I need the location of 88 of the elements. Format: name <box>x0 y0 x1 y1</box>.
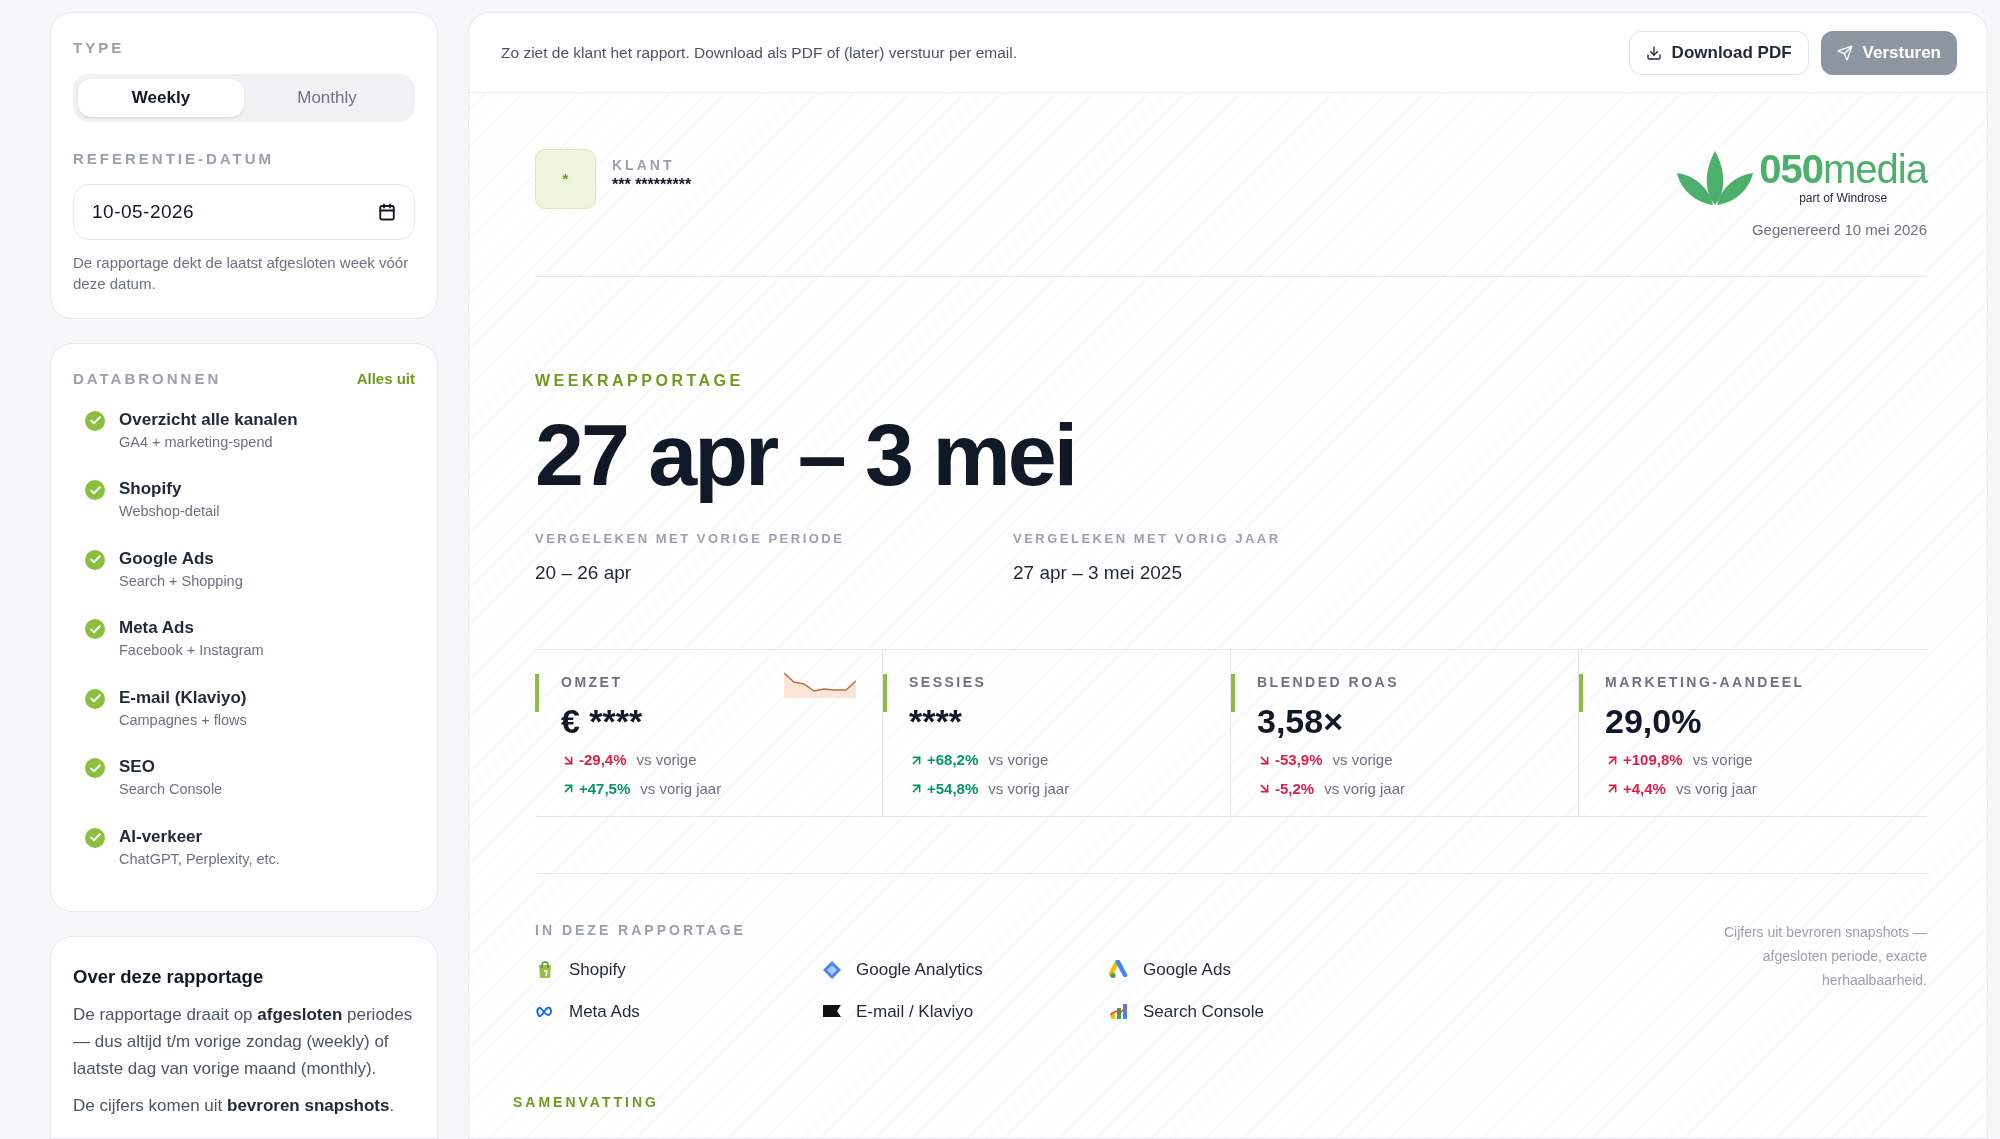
info-text: Zo ziet de klant het rapport. Download als PDF of (later) verstuur per email. <box>501 42 1018 63</box>
client-name: *** ********* <box>612 176 692 194</box>
change-value: +4,4% <box>1623 778 1666 799</box>
change-caption: vs vorig jaar <box>1324 778 1406 799</box>
change-value: +54,8% <box>927 778 979 799</box>
change-value: -53,9% <box>1275 750 1323 770</box>
source-title: Overzicht alle kanalen <box>119 408 298 431</box>
kpi-label: OMZET <box>561 673 623 692</box>
source-subtitle: ChatGPT, Perplexity, etc. <box>119 849 280 869</box>
type-tab[interactable]: Monthly <box>244 78 410 117</box>
bar-chart-icon <box>1109 1001 1129 1022</box>
kpi-label: MARKETING-AANDEEL <box>1605 673 1805 692</box>
check-icon[interactable] <box>85 480 105 500</box>
source-title: Shopify <box>119 478 183 500</box>
change-value: +68,2% <box>927 750 979 770</box>
section-label: REFERENTIE-DATUM <box>73 148 276 169</box>
leaf-icon <box>1677 151 1754 205</box>
kpi-value: 3,58× <box>1257 701 1345 741</box>
check-icon[interactable] <box>85 619 105 639</box>
source-title: Meta Ads <box>119 617 195 639</box>
generated-date: Gegenereerd 10 mei 2026 <box>1751 220 1927 240</box>
brand-name: 050media <box>1759 149 1927 189</box>
change-caption: vs vorige <box>988 750 1049 770</box>
download-icon[interactable] <box>1645 44 1662 61</box>
comparison-period: 20 – 26 apr <box>535 560 633 585</box>
source-title: E-mail (Klaviyo) <box>119 686 247 709</box>
change-value: -29,4% <box>579 750 627 770</box>
check-icon[interactable] <box>85 758 105 778</box>
change-value: +47,5% <box>579 778 631 799</box>
client-label: KLANT <box>612 156 676 175</box>
type-tab[interactable]: Weekly <box>78 78 244 117</box>
accent-bar <box>1231 674 1235 712</box>
comparison-label: VERGELEKEN MET VORIGE PERIODE <box>535 530 846 548</box>
source-subtitle: Webshop-detail <box>119 502 220 521</box>
accent-bar <box>883 674 887 712</box>
check-icon[interactable] <box>85 827 105 848</box>
change-value: -5,2% <box>1275 778 1315 799</box>
change-caption: vs vorige <box>1692 750 1753 770</box>
brand-tagline: part of Windrose <box>1799 190 1888 207</box>
change-caption: vs vorige <box>1332 750 1393 770</box>
date-field[interactable]: 10-05-2026 <box>73 184 415 240</box>
triangle-logo-icon <box>1109 959 1129 980</box>
source-subtitle: Search Console <box>119 780 223 799</box>
source-name: Shopify <box>569 959 626 981</box>
period-heading: 27 apr – 3 mei <box>535 404 1077 506</box>
kpi-label: SESSIES <box>909 673 987 692</box>
section-label: SAMENVATTING <box>513 1093 660 1112</box>
check-icon[interactable] <box>85 410 105 431</box>
source-name: Google Ads <box>1143 959 1231 981</box>
check-icon[interactable] <box>85 549 105 570</box>
about-paragraph: De rapportage draait op afgesloten periodes — dus altijd t/m vorige zondag (weekly) of laatste dag van vorige maand (monthly). <box>73 1003 414 1080</box>
source-subtitle: Search + Shopping <box>119 571 243 591</box>
change-caption: vs vorig jaar <box>988 778 1070 799</box>
source-title: SEO <box>119 756 156 778</box>
source-name: Search Console <box>1143 1000 1264 1023</box>
section-label: IN DEZE RAPPORTAGE <box>535 921 747 940</box>
source-title: Google Ads <box>119 547 215 570</box>
source-name: Google Analytics <box>856 959 983 981</box>
kpi-value: **** <box>909 701 963 741</box>
section-label: DATABRONNEN <box>73 369 222 389</box>
change-caption: vs vorig jaar <box>640 778 722 799</box>
calendar-icon[interactable] <box>378 203 396 221</box>
kpi-value: 29,0% <box>1605 701 1703 741</box>
section-label: TYPE <box>73 38 126 58</box>
report-type-label: WEEKRAPPORTAGE <box>535 371 745 391</box>
help-text: De rapportage dekt de laatst afgesloten week vóór deze datum. <box>73 253 410 294</box>
source-subtitle: Campagnes + flows <box>119 710 247 730</box>
check-icon[interactable] <box>85 688 105 709</box>
card-title: Over deze rapportage <box>73 965 265 989</box>
diamond-icon <box>822 959 842 980</box>
change-value: +109,8% <box>1623 750 1683 770</box>
source-name: Meta Ads <box>569 1000 640 1023</box>
comparison-period: 27 apr – 3 mei 2025 <box>1013 560 1183 585</box>
kpi-value: € **** <box>561 701 644 741</box>
accent-bar <box>535 674 539 712</box>
source-subtitle: GA4 + marketing-spend <box>119 432 274 452</box>
download-button[interactable]: Download PDF <box>1628 30 1809 75</box>
kpi-label: BLENDED ROAS <box>1257 673 1399 692</box>
comparison-label: VERGELEKEN MET VORIG JAAR <box>1013 530 1282 548</box>
about-paragraph: De cijfers komen uit bevroren snapshots. <box>73 1094 396 1117</box>
change-caption: vs vorig jaar <box>1675 778 1757 799</box>
source-subtitle: Facebook + Instagram <box>119 641 264 660</box>
client-avatar: * <box>535 149 596 209</box>
accent-bar <box>1579 674 1583 712</box>
footnote: Cijfers uit bevroren snapshots — afgesloten periode, exacte herhaalbaarheid. <box>1722 923 1927 990</box>
source-title: AI-verkeer <box>119 825 204 848</box>
source-name: E-mail / Klaviyo <box>856 1000 974 1023</box>
change-caption: vs vorige <box>636 750 697 770</box>
